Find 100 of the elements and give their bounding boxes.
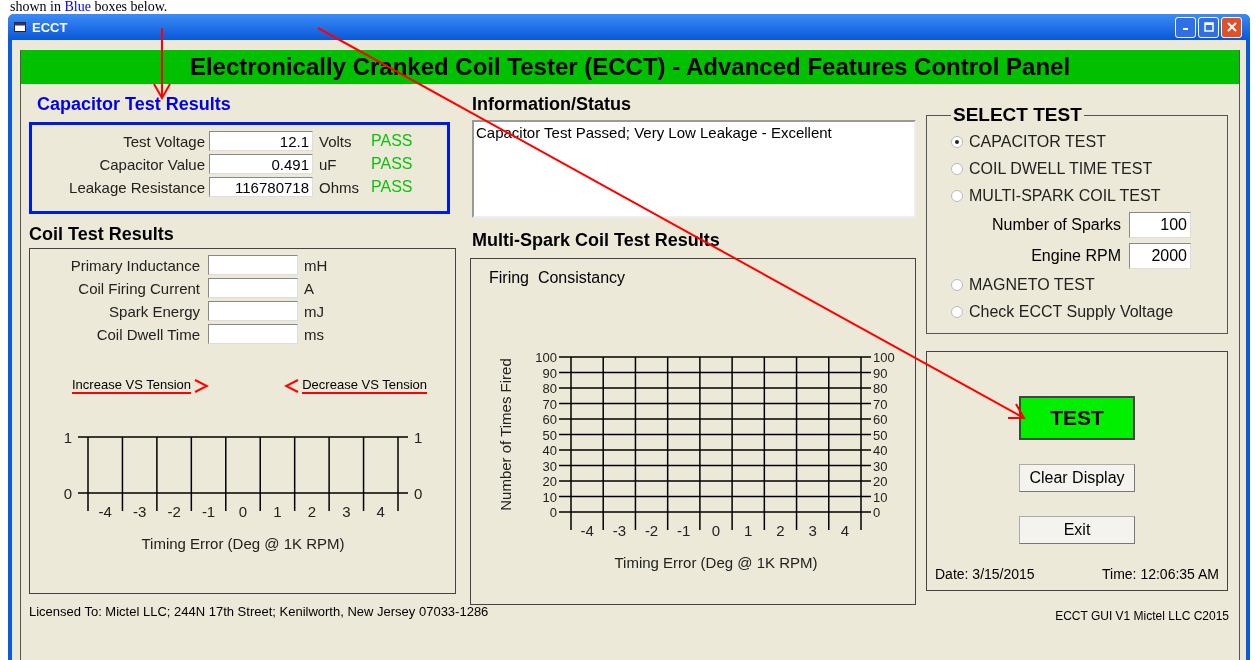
field-label: Test Voltage xyxy=(122,132,206,150)
tick-label: 50 xyxy=(542,427,557,443)
tick-label: 1 xyxy=(414,429,423,446)
value-field[interactable]: 116780718 xyxy=(209,177,313,197)
value-field[interactable] xyxy=(208,301,298,321)
field-label: Spark Energy xyxy=(108,302,201,320)
date-label: Date: 3/15/2015 xyxy=(935,566,1035,582)
tick-label: 4 xyxy=(840,522,850,539)
minimize-button[interactable] xyxy=(1175,16,1196,38)
window-icon xyxy=(14,22,26,32)
tick-label: -3 xyxy=(612,522,626,539)
unit-label: mH xyxy=(303,256,329,274)
document-text: shown in Blue boxes below. xyxy=(10,0,168,14)
direction-label: Increase VS Tension xyxy=(72,377,191,394)
radio-option[interactable]: Check ECCT Supply Voltage xyxy=(951,298,1219,325)
test-button[interactable]: TEST xyxy=(1019,396,1135,440)
tick-label: 0 xyxy=(873,505,881,520)
maximize-icon xyxy=(1203,22,1214,32)
radio-button[interactable] xyxy=(951,135,963,148)
tick-label: 2 xyxy=(307,503,317,520)
tick-label: 0 xyxy=(63,485,72,502)
value-field[interactable] xyxy=(208,255,298,275)
radio-option[interactable]: MULTI-SPARK COIL TEST xyxy=(951,182,1219,209)
radio-button[interactable] xyxy=(951,278,963,291)
version-text: ECCT GUI V1 Mictel LLC C2015 xyxy=(1054,609,1230,623)
value-field[interactable]: 100 xyxy=(1129,211,1191,238)
tick-label: 40 xyxy=(873,443,888,458)
tick-label: 1 xyxy=(63,429,72,446)
tick-label: 3 xyxy=(808,522,817,539)
close-icon xyxy=(1226,22,1237,32)
radio-option[interactable]: COIL DWELL TIME TEST xyxy=(951,155,1219,182)
license-text: Licensed To: Mictel LLC; 244N 17th Street; Kenilworth, New Jersey 07033-1286 xyxy=(29,604,489,620)
unit-label: ms xyxy=(303,325,325,343)
radio-button[interactable] xyxy=(951,305,963,318)
value-field[interactable] xyxy=(208,278,298,298)
action-button[interactable]: Clear Display xyxy=(1019,464,1135,492)
result-label: PASS xyxy=(371,178,413,196)
action-button[interactable]: Exit xyxy=(1019,516,1135,544)
tick-label: 90 xyxy=(873,365,888,381)
tick-label: 1 xyxy=(744,522,753,539)
tick-label: 90 xyxy=(542,365,557,381)
tick-label: -4 xyxy=(98,503,112,520)
tick-label: 3 xyxy=(342,503,351,520)
tick-label: -1 xyxy=(201,503,216,520)
tick-label: 10 xyxy=(873,489,888,505)
radio-option[interactable]: CAPACITOR TEST xyxy=(951,128,1219,155)
radio-button[interactable] xyxy=(951,189,963,202)
unit-label: mJ xyxy=(303,302,325,320)
tick-label: 1 xyxy=(273,503,282,520)
tick-label: -4 xyxy=(580,522,594,539)
tick-label: -3 xyxy=(133,503,147,520)
unit-label: Ohms xyxy=(318,178,360,196)
tick-label: 10 xyxy=(542,489,557,505)
value-field[interactable] xyxy=(208,324,298,344)
tick-label: 0 xyxy=(414,485,423,502)
direction-label: Decrease VS Tension xyxy=(302,377,427,394)
radio-option[interactable]: MAGNETO TEST xyxy=(951,271,1219,298)
tick-label: 2 xyxy=(776,522,785,539)
unit-label: Volts xyxy=(318,132,353,150)
result-label: PASS xyxy=(371,155,413,173)
field-label: Capacitor Value xyxy=(98,155,206,173)
tick-label: 4 xyxy=(376,503,385,520)
chart-title: Firing Consistancy xyxy=(489,269,627,287)
section-title: Information/Status xyxy=(472,94,632,116)
tick-label: 40 xyxy=(542,443,557,458)
maximize-button[interactable] xyxy=(1198,16,1219,38)
value-field[interactable]: 0.491 xyxy=(209,154,313,174)
field-label: Primary Inductance xyxy=(69,256,201,274)
tick-label: 20 xyxy=(542,474,557,489)
section-title: Capacitor Test Results xyxy=(37,94,232,116)
value-field[interactable]: 2000 xyxy=(1129,242,1191,269)
close-button[interactable] xyxy=(1221,16,1242,38)
axis-title: Number of Times Fired xyxy=(497,358,514,511)
axis-title: Timing Error (Deg @ 1K RPM) xyxy=(141,535,345,552)
field-label: Coil Firing Current xyxy=(77,279,201,297)
field-label: Leakage Resistance xyxy=(68,178,206,196)
tick-label: 70 xyxy=(542,396,557,412)
tick-label: 60 xyxy=(873,412,888,427)
tick-label: 70 xyxy=(873,396,888,412)
window-title: ECCT xyxy=(32,19,68,35)
tick-label: -2 xyxy=(167,503,181,520)
tick-label: 100 xyxy=(535,350,557,365)
tick-label: 0 xyxy=(549,505,557,520)
field-label: Engine RPM xyxy=(1031,246,1121,265)
field-label: Coil Dwell Time xyxy=(95,325,201,343)
tick-label: 80 xyxy=(542,381,557,396)
group-title: SELECT TEST xyxy=(952,104,1083,126)
tick-label: 80 xyxy=(873,381,888,396)
tick-label: 60 xyxy=(542,412,557,427)
field-label: Number of Sparks xyxy=(992,215,1121,234)
tick-label: 30 xyxy=(542,458,557,474)
radio-button[interactable] xyxy=(951,162,963,175)
tick-label: 30 xyxy=(873,458,888,474)
axis-title: Timing Error (Deg @ 1K RPM) xyxy=(614,554,818,571)
result-label: PASS xyxy=(371,132,413,150)
section-title: Coil Test Results xyxy=(29,224,175,246)
unit-label: A xyxy=(303,279,315,297)
tick-label: -1 xyxy=(677,522,691,539)
tick-label: 20 xyxy=(873,474,888,489)
value-field[interactable]: 12.1 xyxy=(209,131,313,151)
